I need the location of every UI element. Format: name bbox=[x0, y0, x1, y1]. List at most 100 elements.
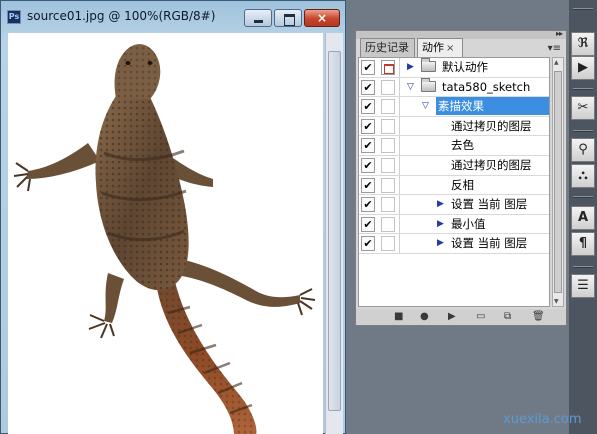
actions-bottom-toolbar: ■ ● ▶ ▭ ⧉ 🗑 bbox=[356, 309, 566, 325]
new-set-button[interactable]: ▭ bbox=[476, 311, 485, 323]
column-divider bbox=[399, 136, 400, 155]
action-label: 通过拷贝的图层 bbox=[451, 158, 532, 172]
folder-icon bbox=[421, 77, 436, 92]
tab-history-label: 历史记录 bbox=[365, 41, 409, 54]
photoshop-app-icon: Ps bbox=[7, 10, 21, 24]
toggle-item-checkbox[interactable]: ✔ bbox=[361, 60, 375, 75]
toggle-item-checkbox[interactable]: ✔ bbox=[361, 118, 375, 134]
collapse-panel-icon[interactable]: ▸▸ bbox=[556, 29, 563, 38]
actions-scrollbar[interactable]: ▲ ▼ bbox=[552, 57, 564, 307]
clone-source-icon[interactable]: ⚲ bbox=[571, 138, 595, 162]
maximize-button[interactable] bbox=[274, 9, 302, 27]
action-label: 设置 当前 图层 bbox=[451, 197, 528, 212]
new-action-button[interactable]: ⧉ bbox=[504, 311, 511, 323]
tab-actions-label: 动作 bbox=[422, 41, 444, 54]
delete-button[interactable]: 🗑 bbox=[532, 311, 545, 323]
dock-grip[interactable] bbox=[573, 88, 593, 90]
actions-panel: ▸▸ 历史记录 动作 × ▾≡ ✔ ▶ 默认动作 ✔ ▽ tata580_sketch ✔ ▽ 素… bbox=[355, 29, 567, 326]
collapse-triangle-icon[interactable]: ▽ bbox=[422, 101, 429, 112]
document-window[interactable]: Ps source01.jpg @ 100%(RGB/8#) × bbox=[0, 0, 346, 434]
watermark-text: xuexila.com bbox=[503, 412, 582, 427]
document-title: source01.jpg @ 100%(RGB/8#) bbox=[27, 9, 216, 23]
image-canvas[interactable] bbox=[8, 33, 323, 434]
notes-icon[interactable]: ☰ bbox=[571, 274, 595, 298]
dock-grip[interactable] bbox=[573, 196, 593, 198]
tab-actions[interactable]: 动作 × bbox=[417, 38, 463, 57]
history-brush-icon[interactable]: ℜ bbox=[571, 32, 595, 56]
action-label: tata580_sketch bbox=[442, 79, 531, 94]
action-label: 通过拷贝的图层 bbox=[451, 118, 532, 133]
scroll-down-icon[interactable]: ▼ bbox=[554, 298, 559, 305]
dock-grip[interactable] bbox=[573, 8, 593, 10]
toggle-dialog-icon[interactable] bbox=[381, 138, 395, 154]
action-row[interactable]: ✔ 通过拷贝的图层 bbox=[359, 116, 549, 137]
action-row[interactable]: ✔ 反相 bbox=[359, 175, 549, 196]
panel-menu-icon[interactable]: ▾≡ bbox=[548, 43, 561, 54]
dock-grip[interactable] bbox=[573, 130, 593, 132]
minimize-button[interactable] bbox=[244, 9, 272, 27]
toggle-item-checkbox[interactable]: ✔ bbox=[361, 216, 375, 232]
lizard-image bbox=[13, 44, 316, 434]
toggle-item-checkbox[interactable]: ✔ bbox=[361, 158, 375, 173]
column-divider bbox=[399, 97, 400, 116]
expand-triangle-icon[interactable]: ▶ bbox=[437, 219, 444, 230]
tab-close-icon[interactable]: × bbox=[446, 43, 454, 54]
dock-grip[interactable] bbox=[573, 266, 593, 268]
toggle-dialog-icon[interactable] bbox=[381, 197, 395, 213]
action-row[interactable]: ✔ ▽ tata580_sketch bbox=[359, 77, 549, 98]
column-divider bbox=[399, 77, 400, 97]
toggle-dialog-icon[interactable] bbox=[381, 177, 395, 193]
close-icon: × bbox=[316, 11, 328, 25]
action-label: 最小值 bbox=[451, 216, 486, 231]
action-row[interactable]: ✔ ▶ 最小值 bbox=[359, 214, 549, 235]
toggle-dialog-icon[interactable] bbox=[381, 236, 395, 252]
toggle-item-checkbox[interactable]: ✔ bbox=[361, 197, 375, 213]
column-divider bbox=[399, 214, 400, 234]
action-row[interactable]: ✔ 去色 bbox=[359, 136, 549, 156]
paragraph-icon[interactable]: ¶ bbox=[571, 232, 595, 256]
close-button[interactable]: × bbox=[304, 9, 340, 27]
stop-button[interactable]: ■ bbox=[394, 311, 403, 323]
toggle-dialog-icon[interactable] bbox=[381, 79, 395, 95]
expand-triangle-icon[interactable]: ▶ bbox=[407, 62, 414, 73]
action-label: 去色 bbox=[451, 138, 474, 153]
action-row[interactable]: ✔ ▶ 设置 当前 图层 bbox=[359, 195, 549, 215]
tab-history[interactable]: 历史记录 bbox=[360, 38, 415, 57]
action-label: 默认动作 bbox=[442, 60, 488, 74]
action-label: 反相 bbox=[451, 177, 474, 192]
record-button[interactable]: ● bbox=[420, 311, 429, 323]
actions-panel-icon[interactable]: ▶ bbox=[571, 56, 595, 80]
toggle-item-checkbox[interactable]: ✔ bbox=[361, 236, 375, 252]
toggle-dialog-icon[interactable] bbox=[381, 99, 395, 115]
column-divider bbox=[399, 58, 400, 77]
collapse-triangle-icon[interactable]: ▽ bbox=[407, 82, 414, 93]
tools-icon[interactable]: ✂ bbox=[571, 96, 595, 120]
toggle-dialog-icon[interactable] bbox=[381, 118, 395, 134]
toggle-dialog-icon[interactable] bbox=[381, 60, 395, 75]
character-icon[interactable]: A bbox=[571, 206, 595, 230]
toggle-item-checkbox[interactable]: ✔ bbox=[361, 79, 375, 95]
panel-dock-strip: ℜ ▶ ✂ ⚲ ⛬ A ¶ ☰ bbox=[569, 0, 597, 434]
toggle-item-checkbox[interactable]: ✔ bbox=[361, 99, 375, 115]
document-titlebar[interactable]: Ps source01.jpg @ 100%(RGB/8#) × bbox=[1, 1, 345, 31]
document-vertical-scrollbar[interactable] bbox=[325, 33, 343, 434]
column-divider bbox=[399, 156, 400, 175]
actions-scrollbar-thumb[interactable] bbox=[554, 71, 562, 293]
toggle-dialog-icon[interactable] bbox=[381, 158, 395, 173]
action-row[interactable]: ✔ ▶ 默认动作 bbox=[359, 58, 549, 78]
action-row[interactable]: ✔ 通过拷贝的图层 bbox=[359, 156, 549, 176]
expand-triangle-icon[interactable]: ▶ bbox=[437, 199, 444, 210]
action-row[interactable]: ✔ ▶ 设置 当前 图层 bbox=[359, 234, 549, 254]
column-divider bbox=[399, 234, 400, 253]
play-button[interactable]: ▶ bbox=[448, 311, 456, 323]
expand-triangle-icon[interactable]: ▶ bbox=[437, 238, 444, 249]
action-label: 素描效果 bbox=[438, 99, 484, 114]
stamp-icon[interactable]: ⛬ bbox=[571, 164, 595, 188]
scrollbar-thumb[interactable] bbox=[328, 51, 341, 411]
toggle-item-checkbox[interactable]: ✔ bbox=[361, 138, 375, 154]
toggle-item-checkbox[interactable]: ✔ bbox=[361, 177, 375, 193]
actions-list: ✔ ▶ 默认动作 ✔ ▽ tata580_sketch ✔ ▽ 素描效果 ✔ 通过拷贝的图层 ✔ 去色 ✔… bbox=[358, 57, 550, 307]
scroll-up-icon[interactable]: ▲ bbox=[554, 59, 559, 66]
action-row[interactable]: ✔ ▽ 素描效果 bbox=[359, 97, 549, 117]
toggle-dialog-icon[interactable] bbox=[381, 216, 395, 232]
